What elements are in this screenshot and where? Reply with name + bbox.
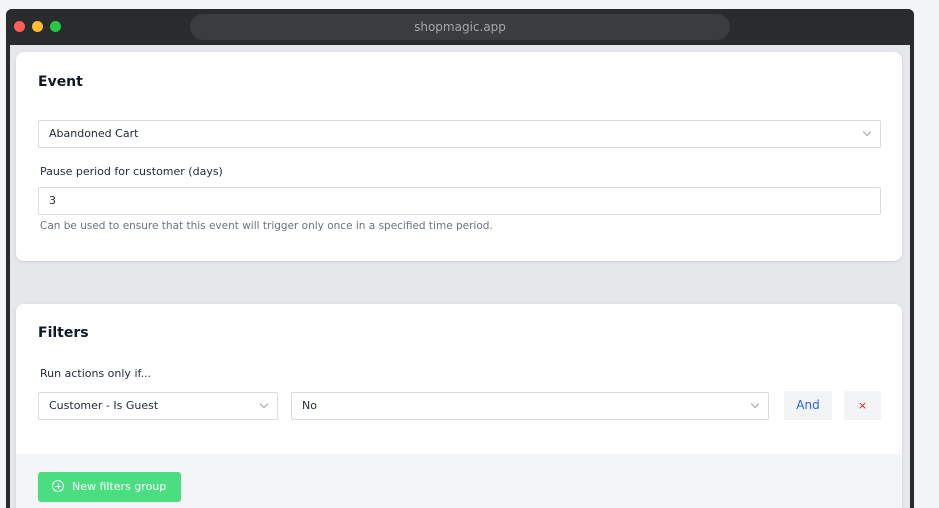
maximize-window-icon[interactable] (50, 21, 61, 32)
event-select-value: Abandoned Cart (49, 127, 139, 140)
filter-field-value: Customer - Is Guest (49, 399, 159, 412)
chevron-down-icon (862, 127, 872, 137)
pause-period-label: Pause period for customer (days) (40, 165, 223, 178)
remove-filter-button[interactable]: × (844, 391, 881, 420)
pause-period-value: 3 (49, 194, 56, 207)
plus-circle-icon (52, 480, 64, 492)
pause-period-input[interactable]: 3 (38, 187, 881, 215)
filter-value-text: No (302, 399, 317, 412)
minimize-window-icon[interactable] (32, 21, 43, 32)
chevron-down-icon (750, 399, 760, 409)
event-card-title: Event (38, 74, 83, 90)
new-filters-group-label: New filters group (72, 480, 167, 493)
run-actions-label: Run actions only if... (40, 367, 152, 380)
and-button[interactable]: And (784, 391, 832, 420)
event-select[interactable]: Abandoned Cart (38, 120, 881, 148)
event-card: Event Abandoned Cart Pause period for cu… (16, 52, 902, 261)
filter-field-select[interactable]: Customer - Is Guest (38, 392, 278, 420)
browser-titlebar: shopmagic.app (6, 9, 914, 45)
filters-card-title: Filters (38, 325, 89, 341)
filter-value-select[interactable]: No (291, 392, 769, 420)
chevron-down-icon (259, 399, 269, 409)
filters-footer: New filters group (16, 454, 902, 508)
page-content: Event Abandoned Cart Pause period for cu… (10, 45, 910, 508)
address-bar[interactable]: shopmagic.app (190, 14, 730, 40)
new-filters-group-button[interactable]: New filters group (38, 472, 181, 502)
pause-period-help: Can be used to ensure that this event wi… (40, 220, 493, 232)
browser-window: shopmagic.app Event Abandoned Cart Pause… (6, 9, 914, 508)
close-window-icon[interactable] (14, 21, 25, 32)
filters-card: Filters Run actions only if... Customer … (16, 304, 902, 508)
